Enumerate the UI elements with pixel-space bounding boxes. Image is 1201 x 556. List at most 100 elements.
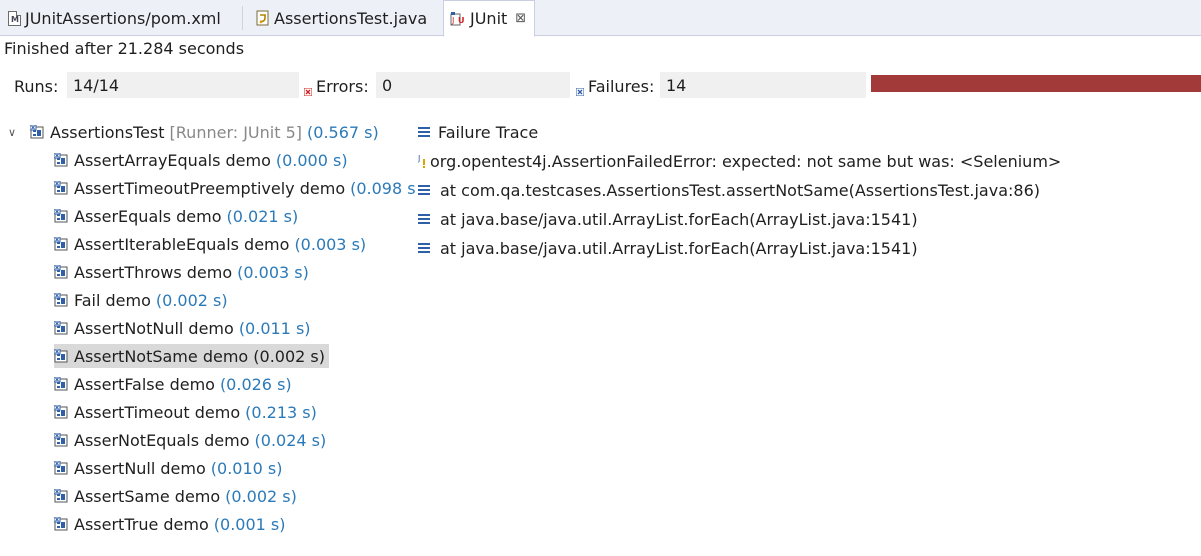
test-suite-failed-icon (29, 124, 45, 140)
test-case-time: (0.021 s) (226, 206, 299, 226)
test-case-time: (0.024 s) (254, 430, 327, 450)
test-results-tree[interactable]: ∨ AssertionsTest [Runner: JUnit 5] (0.56… (0, 116, 416, 556)
trace-text: at com.qa.testcases.AssertionsTest.asser… (440, 180, 1040, 200)
test-case-node[interactable]: AssertThrows demo (0.003 s) (53, 260, 313, 284)
failure-trace-title: Failure Trace (438, 122, 539, 142)
test-case-name: AsserNotEquals demo (74, 430, 250, 450)
trace-text: at java.base/java.util.ArrayList.forEach… (440, 238, 918, 258)
trace-line[interactable]: J org.opentest4j.AssertionFailedError: e… (418, 149, 1061, 173)
test-failed-icon (53, 488, 69, 504)
trace-line[interactable]: at com.qa.testcases.AssertionsTest.asser… (418, 178, 1040, 202)
test-progress-bar (871, 75, 1201, 92)
test-failed-icon (53, 208, 69, 224)
test-case-node[interactable]: AsserNotEquals demo (0.024 s) (53, 428, 330, 452)
test-case-time: (0.002 s) (155, 290, 228, 310)
test-case-node[interactable]: AssertSame demo (0.002 s) (53, 484, 301, 508)
test-failed-icon (53, 516, 69, 532)
failure-icon (575, 81, 585, 97)
test-counters: Runs: 14/14 Errors: 0 Failures: 14 (0, 72, 1201, 102)
test-case-node[interactable]: AssertNotSame demo (0.002 s) (53, 344, 329, 368)
test-case-time: (0.213 s) (245, 402, 317, 422)
runs-value: 14/14 (67, 72, 299, 98)
suite-time: (0.567 s) (307, 122, 379, 142)
test-case-name: AssertTimeoutPreemptively demo (74, 178, 346, 198)
error-icon (303, 81, 313, 97)
tab-label: JUnitAssertions/pom.xml (25, 8, 221, 28)
test-case-node[interactable]: AssertNotNull demo (0.011 s) (53, 316, 315, 340)
runs-label: Runs: (14, 77, 59, 96)
test-failed-icon (53, 292, 69, 308)
test-case-name: AssertIterableEquals demo (74, 234, 290, 254)
failures-label: Failures: (588, 77, 655, 96)
test-failed-icon (53, 404, 69, 420)
close-icon[interactable]: ⊠ (515, 11, 526, 26)
test-case-node[interactable]: AsserEquals demo (0.021 s) (53, 204, 302, 228)
stack-frame-icon (418, 214, 430, 224)
test-case-time: (0.098 s (350, 178, 416, 198)
tab-label: JUnit (470, 9, 508, 28)
test-case-name: AssertSame demo (74, 486, 221, 506)
maven-pom-file-icon: M (8, 10, 21, 26)
tab-pom-xml[interactable]: M JUnitAssertions/pom.xml (2, 0, 221, 36)
test-case-time: (0.011 s) (238, 318, 311, 338)
tree-root-node[interactable]: ∨ AssertionsTest [Runner: JUnit 5] (0.56… (8, 120, 379, 144)
assertion-error-icon: J (418, 153, 428, 169)
errors-value: 0 (376, 72, 570, 98)
failures-value: 14 (660, 72, 866, 98)
test-case-node[interactable]: AssertTrue demo (0.001 s) (53, 512, 289, 536)
test-failed-icon (53, 236, 69, 252)
tab-divider (242, 6, 243, 30)
failure-trace-panel: Failure Trace J org.opentest4j.Assertion… (412, 116, 1201, 556)
test-case-node[interactable]: AssertIterableEquals demo (0.003 s) (53, 232, 370, 256)
test-case-node[interactable]: AssertTimeoutPreemptively demo (0.098 s (53, 176, 420, 200)
test-case-name: AssertNull demo (74, 458, 206, 478)
test-failed-icon (53, 348, 69, 364)
chevron-down-icon[interactable]: ∨ (8, 126, 18, 139)
failure-trace-header: Failure Trace (418, 120, 538, 144)
test-case-time: (0.010 s) (210, 458, 283, 478)
trace-line[interactable]: at java.base/java.util.ArrayList.forEach… (418, 207, 918, 231)
test-case-name: AssertNotNull demo (74, 318, 234, 338)
test-failed-icon (53, 264, 69, 280)
stack-frame-icon (418, 185, 430, 195)
test-failed-icon (53, 152, 69, 168)
test-case-name: AssertNotSame demo (0.002 s) (74, 346, 325, 366)
trace-text: at java.base/java.util.ArrayList.forEach… (440, 209, 918, 229)
test-failed-icon (53, 460, 69, 476)
tab-label: AssertionsTest.java (274, 8, 428, 28)
test-case-name: AssertThrows demo (74, 262, 233, 282)
tab-junit[interactable]: JU JUnit ⊠ (443, 0, 535, 37)
java-file-icon (256, 10, 270, 26)
junit-icon: JU (450, 11, 466, 27)
test-case-name: AssertTrue demo (74, 514, 209, 534)
stack-frame-icon (418, 243, 430, 253)
test-case-name: AssertFalse demo (74, 374, 215, 394)
trace-text: org.opentest4j.AssertionFailedError: exp… (430, 151, 1062, 171)
test-case-time: (0.001 s) (213, 514, 286, 534)
run-status-text: Finished after 21.284 seconds (4, 39, 245, 58)
test-case-name: AssertArrayEquals demo (74, 150, 271, 170)
test-failed-icon (53, 432, 69, 448)
test-case-node[interactable]: AssertNull demo (0.010 s) (53, 456, 287, 480)
test-failed-icon (53, 320, 69, 336)
suite-runner: [Runner: JUnit 5] (169, 122, 303, 142)
test-case-name: Fail demo (74, 290, 151, 310)
trace-line[interactable]: at java.base/java.util.ArrayList.forEach… (418, 236, 918, 260)
suite-name: AssertionsTest (50, 122, 165, 142)
editor-tab-bar: M JUnitAssertions/pom.xml AssertionsTest… (0, 0, 1201, 37)
test-case-node[interactable]: AssertFalse demo (0.026 s) (53, 372, 296, 396)
test-case-node[interactable]: AssertArrayEquals demo (0.000 s) (53, 148, 352, 172)
test-case-name: AsserEquals demo (74, 206, 222, 226)
test-failed-icon (53, 376, 69, 392)
test-case-time: (0.002 s) (225, 486, 297, 506)
test-case-node[interactable]: Fail demo (0.002 s) (53, 288, 232, 312)
svg-text:U: U (458, 16, 465, 25)
errors-label: Errors: (316, 77, 369, 96)
tab-assertions-test-java[interactable]: AssertionsTest.java (250, 0, 427, 36)
test-case-time: (0.000 s) (275, 150, 348, 170)
test-case-time: (0.003 s) (237, 262, 309, 282)
test-case-time: (0.003 s) (294, 234, 367, 254)
stack-trace-icon (418, 127, 430, 137)
test-case-node[interactable]: AssertTimeout demo (0.213 s) (53, 400, 321, 424)
test-case-name: AssertTimeout demo (74, 402, 241, 422)
